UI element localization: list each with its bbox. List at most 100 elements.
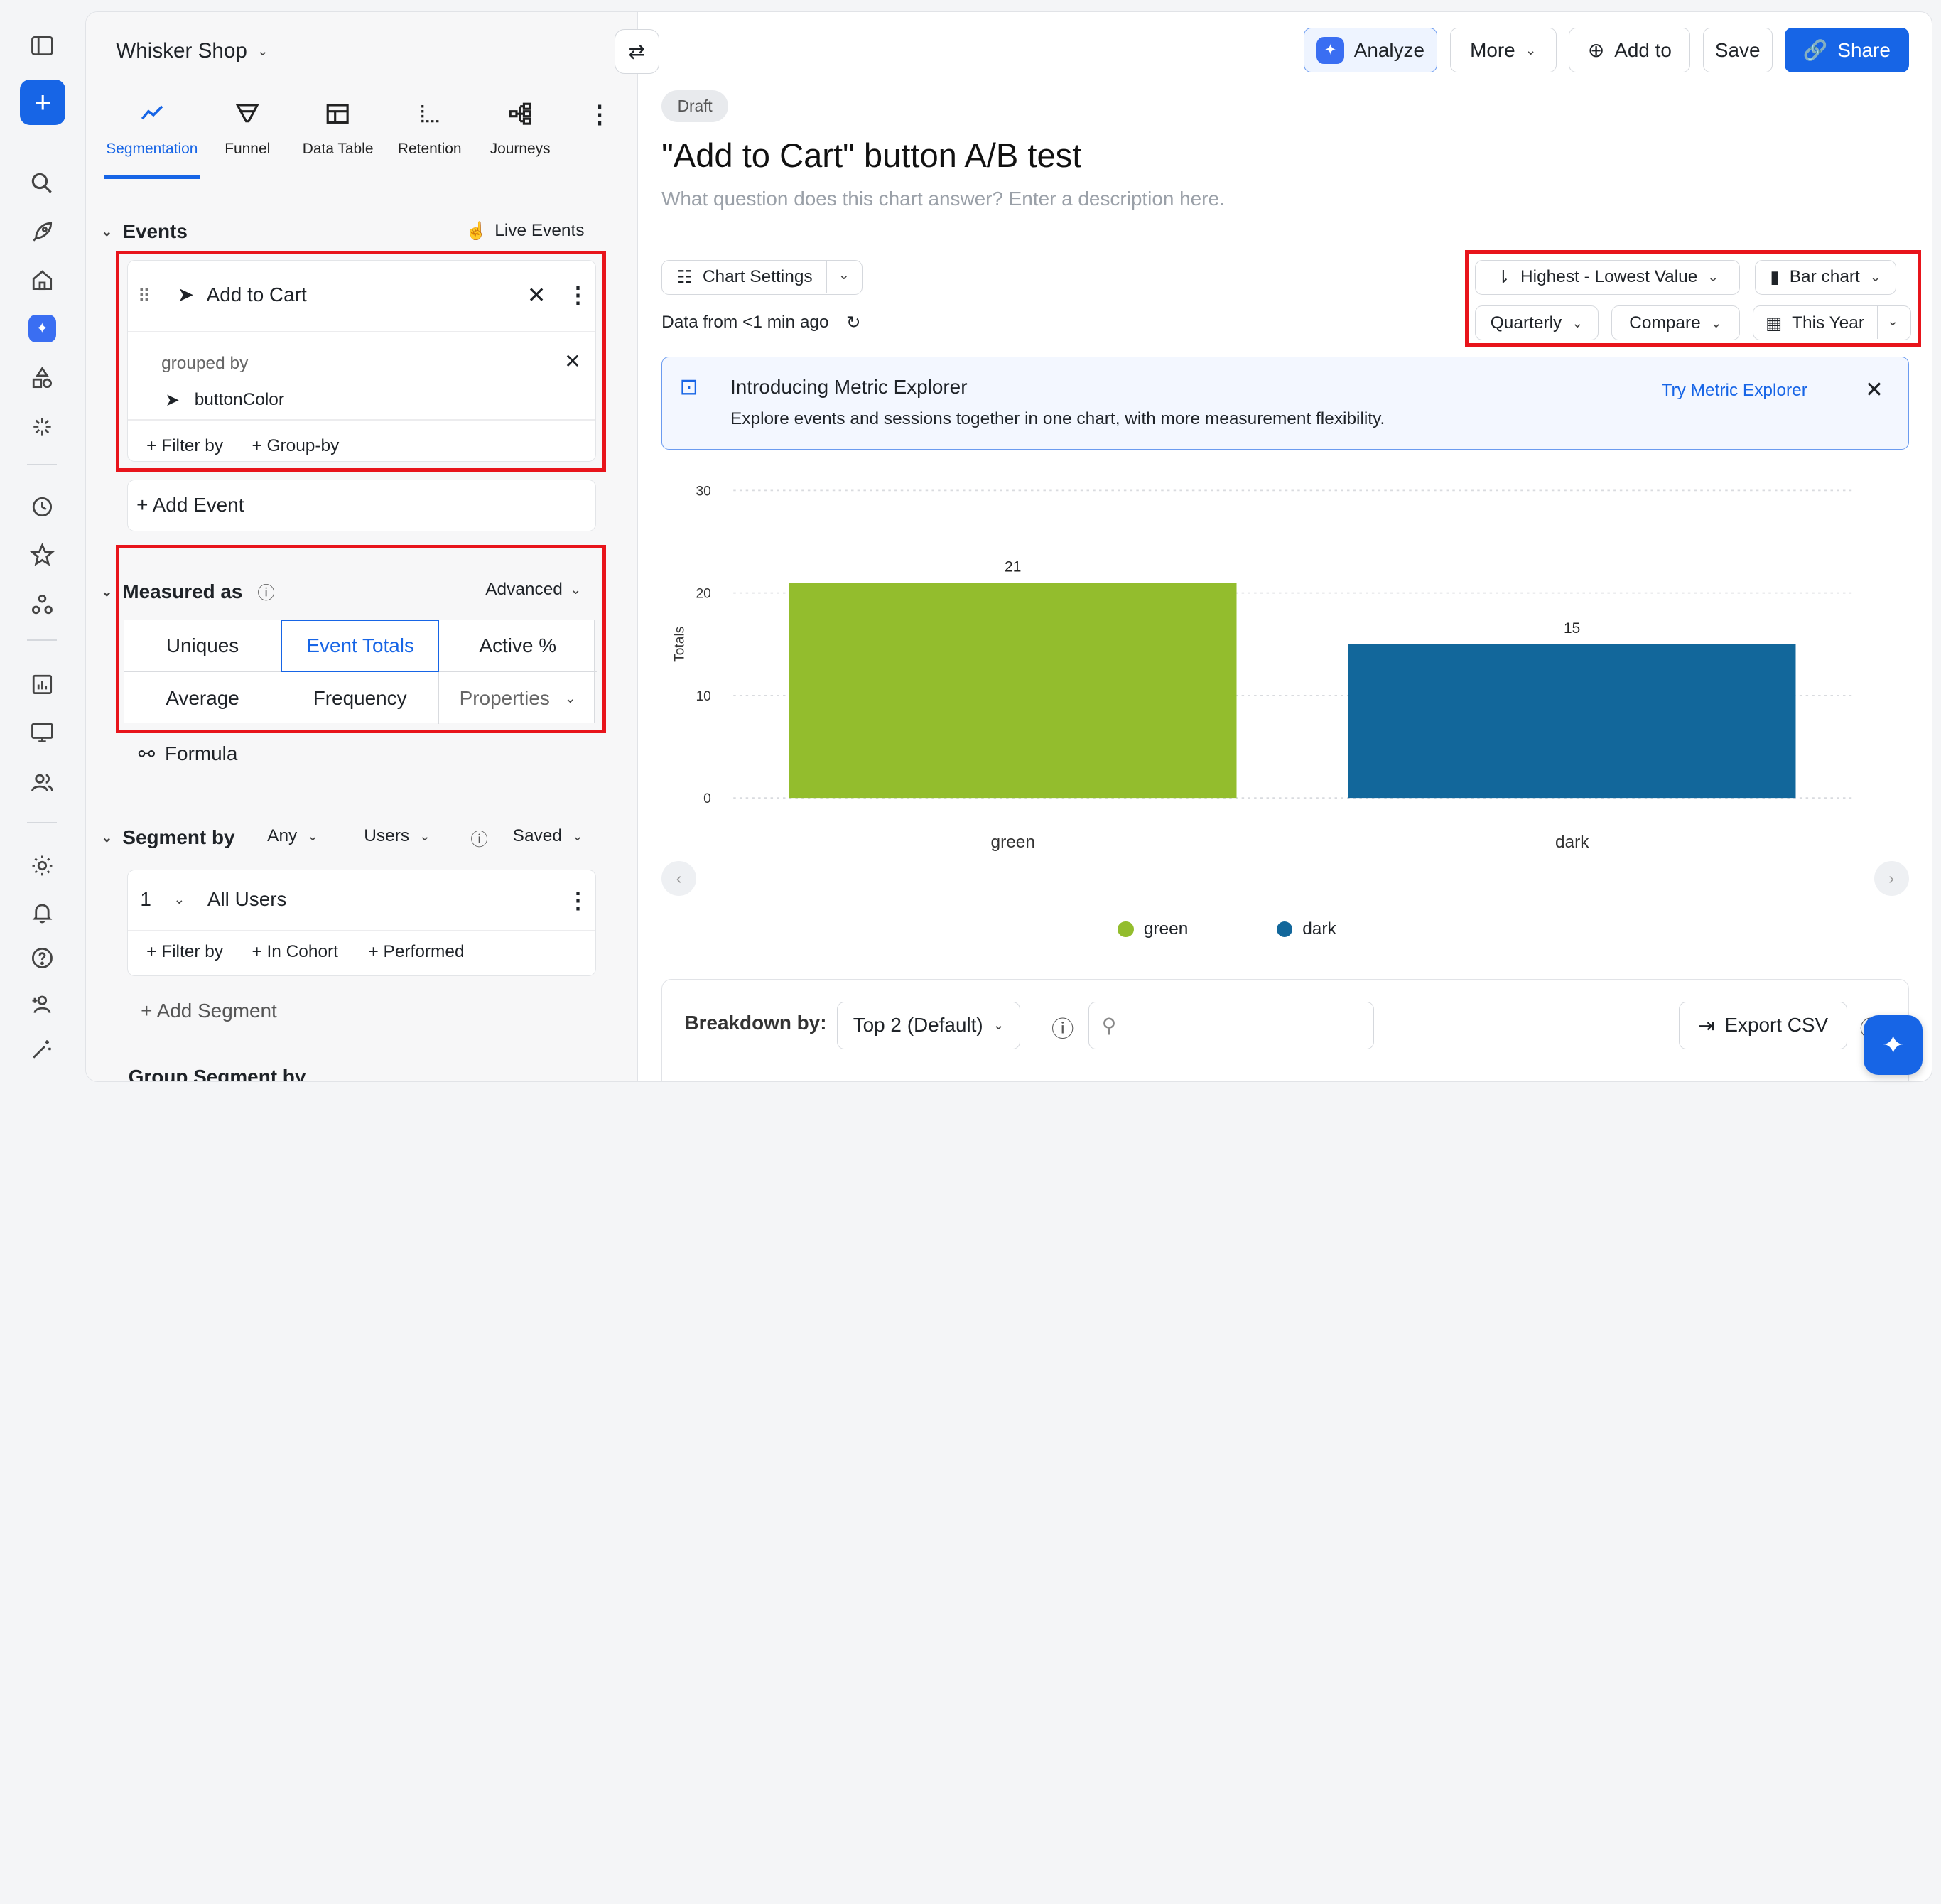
info-icon[interactable]: ⓘ	[470, 826, 487, 851]
legend-label: dark	[1302, 919, 1336, 939]
legend-item-dark[interactable]: dark	[1276, 919, 1336, 939]
legend-swatch	[1276, 921, 1293, 938]
tab-funnel[interactable]: Funnel	[210, 96, 285, 158]
search-icon[interactable]	[25, 166, 60, 201]
highlight-box	[116, 251, 606, 472]
info-icon[interactable]: ⓘ	[1051, 1012, 1074, 1044]
bar-dark[interactable]	[1348, 644, 1796, 799]
magic-wand-icon[interactable]	[25, 1032, 60, 1066]
cohorts-icon[interactable]	[25, 588, 60, 622]
add-segment-button[interactable]: + Add Segment	[141, 1000, 277, 1022]
retention-icon	[389, 96, 470, 131]
segment-any-dropdown[interactable]: Any ⌄	[267, 826, 318, 846]
events-section-header[interactable]: ⌄ Events	[101, 220, 188, 243]
close-icon[interactable]: ✕	[1865, 377, 1883, 403]
sparkle-icon[interactable]	[25, 409, 60, 444]
in-cohort-button[interactable]: + In Cohort	[252, 942, 338, 962]
x-tick-label: green	[991, 833, 1035, 852]
chart-area: ✦ Analyze More ⌄ ⊕ Add to Save 🔗 Share D…	[639, 12, 1932, 1082]
refresh-icon[interactable]: ↻	[846, 312, 860, 333]
add-to-button[interactable]: ⊕ Add to	[1569, 28, 1691, 73]
saved-segments-dropdown[interactable]: Saved ⌄	[513, 826, 583, 846]
save-button[interactable]: Save	[1702, 28, 1773, 73]
journeys-icon	[480, 96, 560, 131]
live-events-link[interactable]: ☝ Live Events	[465, 220, 584, 242]
chevron-down-icon: ⌄	[571, 829, 583, 845]
chart-settings-label: Chart Settings	[702, 267, 813, 287]
y-tick-label: 10	[696, 689, 711, 704]
users-icon[interactable]	[25, 765, 60, 800]
history-icon[interactable]	[25, 489, 60, 524]
chevron-right-icon[interactable]: ›	[1874, 861, 1909, 896]
sliders-icon: ☷	[677, 268, 693, 288]
chevron-down-icon[interactable]: ⌄	[838, 266, 850, 283]
segment-menu-icon[interactable]: ⋮	[567, 888, 589, 914]
link-icon: 🔗	[1802, 39, 1828, 62]
star-icon[interactable]	[25, 538, 60, 573]
tab-retention[interactable]: Retention	[389, 96, 470, 158]
help-icon[interactable]	[25, 941, 60, 975]
main-card: Whisker Shop ⌄ Segmentation Funnel Data …	[85, 11, 1933, 1083]
data-from-label: Data from <1 min ago	[661, 312, 829, 332]
analyze-button[interactable]: ✦ Analyze	[1303, 28, 1438, 73]
banner-title: Introducing Metric Explorer	[730, 375, 968, 398]
bell-icon[interactable]	[25, 895, 60, 930]
analyze-label: Analyze	[1353, 38, 1424, 61]
breakdown-dropdown[interactable]: Top 2 (Default) ⌄	[837, 1002, 1021, 1049]
share-button[interactable]: 🔗 Share	[1785, 28, 1909, 73]
tab-label: Journeys	[490, 141, 551, 158]
segment-card: 1 ⌄ All Users ⋮ + Filter by + In Cohort …	[126, 870, 596, 977]
tab-segmentation[interactable]: Segmentation	[103, 96, 200, 179]
pointer-icon: ☝	[465, 221, 487, 241]
tab-journeys[interactable]: Journeys	[480, 96, 560, 158]
metric-explorer-banner: ⊡ Introducing Metric Explorer Explore ev…	[661, 356, 1909, 450]
create-button[interactable]: +	[19, 79, 66, 126]
more-button[interactable]: More ⌄	[1449, 28, 1557, 73]
export-csv-button[interactable]: ⇥ Export CSV	[1678, 1002, 1848, 1049]
ai-sparkle-icon: ✦	[1316, 36, 1344, 64]
status-badge: Draft	[661, 90, 729, 122]
chevron-down-icon: ⌄	[993, 1018, 1005, 1034]
home-icon[interactable]	[25, 263, 60, 298]
export-label: Export CSV	[1724, 1014, 1829, 1037]
rocket-icon[interactable]	[25, 215, 60, 249]
chart-title[interactable]: "Add to Cart" button A/B test	[661, 136, 1081, 175]
breakdown-panel: Breakdown by: Top 2 (Default) ⌄ ⓘ ⚲ ⇥ Ex…	[661, 978, 1909, 1082]
try-metric-explorer-link[interactable]: Try Metric Explorer	[1662, 381, 1807, 401]
add-event-button[interactable]: + Add Event	[126, 479, 596, 531]
data-label: 21	[1005, 558, 1021, 575]
add-event-label: + Add Event	[136, 493, 244, 516]
breakdown-search-input[interactable]: ⚲	[1088, 1002, 1374, 1049]
add-user-icon[interactable]	[25, 987, 60, 1022]
performed-button[interactable]: + Performed	[368, 942, 464, 962]
users-label: Users	[364, 826, 410, 846]
share-label: Share	[1837, 38, 1891, 61]
legend-item-green[interactable]: green	[1118, 919, 1188, 939]
chevron-down-icon: ⌄	[101, 585, 113, 600]
reports-icon[interactable]	[25, 667, 60, 702]
project-selector[interactable]: Whisker Shop ⌄	[116, 39, 269, 63]
toggle-sidebar-icon[interactable]	[25, 28, 60, 63]
chart-description[interactable]: What question does this chart answer? En…	[661, 188, 1225, 210]
funnel-icon	[210, 96, 285, 131]
formula-button[interactable]: ⚯ Formula	[139, 742, 238, 766]
shapes-icon[interactable]	[25, 361, 60, 396]
group-segment-by-header[interactable]: Group Segment by	[129, 1066, 306, 1081]
more-tabs-icon[interactable]: ⋮	[587, 101, 612, 129]
chart-settings-button[interactable]: ☷ Chart Settings ⌄	[661, 259, 863, 295]
segment-filter-by-button[interactable]: + Filter by	[146, 942, 223, 962]
segment-row[interactable]: 1 ⌄ All Users	[140, 888, 286, 911]
tab-data-table[interactable]: Data Table	[295, 96, 382, 158]
ai-assistant-button[interactable]: ✦	[1863, 1015, 1923, 1075]
ai-assistant-icon[interactable]: ✦	[28, 315, 56, 342]
bar-green[interactable]	[789, 583, 1237, 799]
chevron-left-icon[interactable]: ‹	[661, 861, 696, 896]
left-rail: + ✦	[0, 0, 85, 1091]
legend-swatch	[1118, 921, 1134, 938]
settings-icon[interactable]	[25, 848, 60, 883]
more-label: More	[1470, 38, 1515, 61]
segment-by-label: Segment by	[122, 826, 235, 849]
segment-by-header[interactable]: ⌄ Segment by	[101, 826, 234, 849]
monitor-icon[interactable]	[25, 715, 60, 750]
segment-users-dropdown[interactable]: Users ⌄	[364, 826, 431, 846]
